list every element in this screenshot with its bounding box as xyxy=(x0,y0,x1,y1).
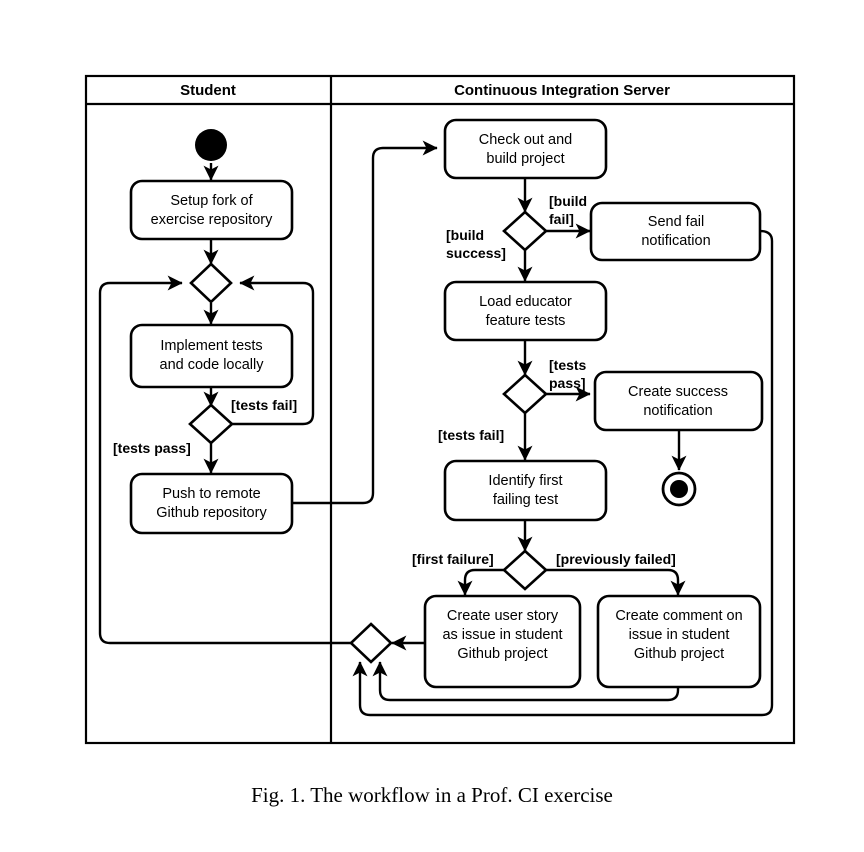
action-create-comment-line1: Create comment on xyxy=(615,608,742,624)
lane-title-student: Student xyxy=(180,82,236,99)
activity-diagram: Student Continuous Integration Server Se… xyxy=(84,74,796,807)
decision-node-local-tests xyxy=(188,403,234,445)
decision-node-tests xyxy=(502,373,548,415)
action-create-success-line1: Create success xyxy=(628,384,728,400)
action-setup-fork-line2: exercise repository xyxy=(151,212,273,228)
guard-build-fail-line1: [build xyxy=(549,193,587,209)
guard-previously-failed: [previously failed] xyxy=(556,551,676,567)
merge-node-ci xyxy=(349,622,393,664)
action-load-educator-tests-line1: Load educator xyxy=(479,294,572,310)
action-push-to-remote[interactable]: Push to remote Github repository xyxy=(129,472,294,535)
action-implement-tests[interactable]: Implement tests and code locally xyxy=(129,323,294,389)
guard-tests-pass-ci-line2: pass] xyxy=(549,375,586,391)
action-implement-tests-line1: Implement tests xyxy=(160,338,262,354)
action-identify-failing-test-line2: failing test xyxy=(493,492,558,508)
action-identify-failing-test-line1: Identify first xyxy=(488,473,562,489)
action-create-user-story-line3: Github project xyxy=(457,646,547,662)
figure-caption: Fig. 1. The workflow in a Prof. CI exerc… xyxy=(251,783,613,807)
guard-tests-pass-ci-line1: [tests xyxy=(549,357,587,373)
action-create-comment-line3: Github project xyxy=(634,646,724,662)
guard-tests-fail-ci: [tests fail] xyxy=(438,427,504,443)
action-setup-fork-line1: Setup fork of xyxy=(170,193,253,209)
action-push-to-remote-line1: Push to remote xyxy=(162,486,260,502)
merge-node-student xyxy=(189,262,233,304)
action-create-comment[interactable]: Create comment on issue in student Githu… xyxy=(596,594,762,689)
final-node xyxy=(661,471,697,507)
figure-container: Student Continuous Integration Server Se… xyxy=(0,0,864,852)
guard-build-success-line1: [build xyxy=(446,227,484,243)
action-create-user-story-line1: Create user story xyxy=(447,608,559,624)
guard-first-failure: [first failure] xyxy=(412,551,494,567)
action-setup-fork[interactable]: Setup fork of exercise repository xyxy=(129,179,294,241)
action-check-out-build-line1: Check out and xyxy=(479,132,573,148)
action-identify-failing-test[interactable]: Identify first failing test xyxy=(443,459,608,522)
action-create-user-story[interactable]: Create user story as issue in student Gi… xyxy=(423,594,582,689)
decision-node-failure-history xyxy=(502,549,548,591)
guard-build-fail-line2: fail] xyxy=(549,211,574,227)
lane-title-ci-server: Continuous Integration Server xyxy=(454,82,670,99)
action-send-fail-line1: Send fail xyxy=(648,214,704,230)
action-send-fail-notification[interactable]: Send fail notification xyxy=(589,201,762,262)
action-send-fail-line2: notification xyxy=(641,233,710,249)
action-create-success-line2: notification xyxy=(643,403,712,419)
action-create-user-story-line2: as issue in student xyxy=(442,627,562,643)
action-implement-tests-line2: and code locally xyxy=(160,357,265,373)
lane-header-student: Student xyxy=(180,82,236,99)
lane-header-ci-server: Continuous Integration Server xyxy=(454,82,670,99)
action-check-out-build-line2: build project xyxy=(486,151,564,167)
action-create-comment-line2: issue in student xyxy=(629,627,730,643)
guard-tests-pass-local: [tests pass] xyxy=(113,440,191,456)
guard-build-success-line2: success] xyxy=(446,245,506,261)
decision-node-build xyxy=(502,210,548,252)
action-load-educator-tests[interactable]: Load educator feature tests xyxy=(443,280,608,342)
action-load-educator-tests-line2: feature tests xyxy=(486,313,566,329)
initial-node xyxy=(195,129,227,161)
action-push-to-remote-line2: Github repository xyxy=(156,505,267,521)
action-check-out-build[interactable]: Check out and build project xyxy=(443,118,608,180)
guard-tests-fail-local: [tests fail] xyxy=(231,397,297,413)
action-create-success-notification[interactable]: Create success notification xyxy=(593,370,764,432)
